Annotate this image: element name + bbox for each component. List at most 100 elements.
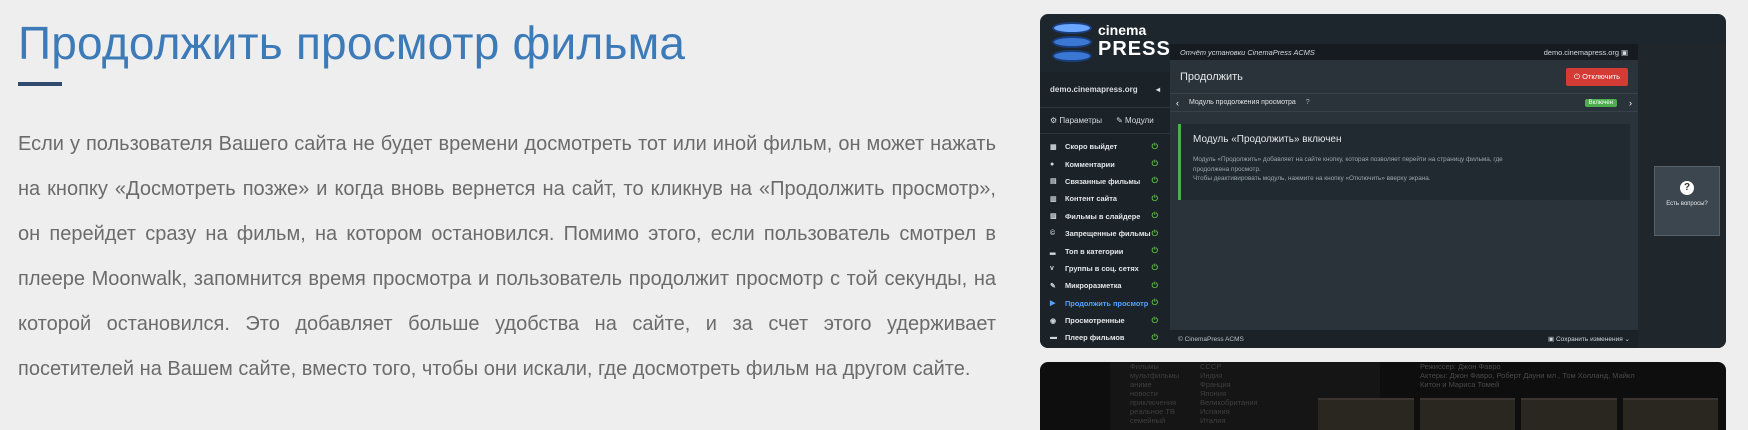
sidebar-site[interactable]: demo.cinemapress.org ◂	[1040, 72, 1170, 108]
power-on-icon[interactable]: ⏻	[1152, 298, 1158, 308]
sidebar-item[interactable]: ᴠ Группы в соц. сетях ⏻	[1040, 260, 1170, 277]
power-on-icon[interactable]: ⏻	[1152, 229, 1158, 239]
disable-button[interactable]: ⏻ Отключить	[1566, 67, 1628, 86]
admin-main: Продолжить ⏻ Отключить ‹ Модуль продолже…	[1170, 60, 1638, 348]
tab-modules[interactable]: ✎ Модули	[1116, 116, 1154, 125]
genre-item[interactable]: аниме	[1130, 380, 1179, 389]
thumbnail[interactable]	[1318, 398, 1414, 430]
collapse-icon[interactable]: ◂	[1156, 85, 1160, 94]
genre-item[interactable]: реальное ТВ	[1130, 407, 1179, 416]
copyright-icon: ©	[1050, 230, 1056, 238]
power-on-icon[interactable]: ⏻	[1152, 281, 1158, 291]
sidebar-item[interactable]: ▂ Топ в категории ⏻	[1040, 242, 1170, 259]
movie-meta: Режиссер: Джон Фавро Актеры: Джон Фавро, …	[1420, 362, 1720, 389]
article-body: Если у пользователя Вашего сайта не буде…	[18, 133, 996, 380]
country-item[interactable]: СССР	[1200, 362, 1258, 371]
tab-params[interactable]: ⚙ Параметры	[1050, 116, 1102, 125]
admin-footer: © CinemaPress ACMS ▣ Сохранить изменения…	[1170, 330, 1638, 348]
module-header: Продолжить ⏻ Отключить	[1170, 60, 1638, 94]
sidebar-tabs: ⚙ Параметры ✎ Модули	[1040, 108, 1170, 134]
thumbnail[interactable]	[1419, 398, 1515, 430]
status-panel: Модуль «Продолжить» включен Модуль «Прод…	[1178, 124, 1630, 200]
sidebar-item[interactable]: ▦ Скоро выйдет ⏻	[1040, 138, 1170, 155]
external-link-icon: ▣	[1621, 47, 1628, 57]
sidebar-item[interactable]: ▬ Плеер фильмов ⏻	[1040, 329, 1170, 346]
sidebar-item-label: Плеер фильмов	[1065, 333, 1125, 343]
prev-arrow-icon[interactable]: ‹	[1176, 98, 1179, 108]
power-on-icon[interactable]: ⏻	[1152, 333, 1158, 343]
genre-item[interactable]: приключения	[1130, 398, 1179, 407]
next-arrow-icon[interactable]: ›	[1629, 98, 1632, 108]
sidebar-item[interactable]: ▤ Связанные фильмы ⏻	[1040, 173, 1170, 190]
help-label: Есть вопросы?	[1666, 201, 1708, 207]
meta-line: Актеры: Джон Фавро, Роберт Дауни мл., То…	[1420, 371, 1635, 380]
article: Продолжить просмотр фильма Если у пользо…	[18, 14, 996, 392]
sidebar-item[interactable]: ✎ Микроразметка ⏻	[1040, 277, 1170, 294]
admin-topbar: Отчёт установки CinemaPress ACMS demo.ci…	[1170, 44, 1638, 60]
chevron-down-icon: ⌄	[1624, 336, 1630, 343]
country-item[interactable]: Великобритания	[1200, 398, 1258, 407]
doc-icon: ▥	[1050, 195, 1057, 203]
country-item[interactable]: Япония	[1200, 389, 1258, 398]
country-item[interactable]: Индия	[1200, 371, 1258, 380]
gears-icon: ⚙	[1050, 116, 1058, 125]
signal-icon: ▂	[1050, 248, 1056, 256]
sidebar-item[interactable]: ■Блокировка просмотра⏻	[1040, 347, 1170, 348]
meta-line: Режиссер: Джон Фавро	[1420, 362, 1501, 371]
calendar-icon: ▦	[1050, 143, 1057, 151]
country-item[interactable]: Италия	[1200, 416, 1258, 425]
sidebar-item[interactable]: ◉ Просмотренные ⏻	[1040, 312, 1170, 329]
film-reel-icon	[1052, 22, 1092, 64]
title-underline	[18, 82, 62, 86]
footer-copyright: © CinemaPress ACMS	[1178, 335, 1244, 343]
sidebar-item-label: Продолжить просмотр	[1065, 298, 1149, 308]
sidebar-item-label: Скоро выйдет	[1065, 142, 1118, 152]
power-on-icon[interactable]: ⏻	[1152, 159, 1158, 169]
admin-screenshot: cinema PRESS Отчёт установки CinemaPress…	[1040, 14, 1726, 348]
power-on-icon[interactable]: ⏻	[1152, 246, 1158, 256]
topbar-site-link[interactable]: demo.cinemapress.org ▣	[1544, 48, 1628, 57]
film-icon: ▬	[1050, 334, 1057, 342]
power-icon: ⏻	[1574, 71, 1580, 81]
comment-icon: ●	[1050, 160, 1055, 168]
power-on-icon[interactable]: ⏻	[1152, 142, 1158, 152]
thumbnail[interactable]	[1622, 398, 1718, 430]
movie-thumbnails	[1318, 398, 1718, 430]
genre-column: Фильмы мультфильмы аниме новости приключения…	[1130, 362, 1179, 425]
sidebar-item[interactable]: ▥ Контент сайта ⏻	[1040, 190, 1170, 207]
power-on-icon[interactable]: ⏻	[1152, 176, 1158, 186]
sidebar-item[interactable]: ● Комментарии ⏻	[1040, 155, 1170, 172]
genre-item[interactable]: Фильмы	[1130, 362, 1179, 371]
sidebar-item-label: Группы в соц. сетях	[1065, 263, 1139, 273]
genre-item[interactable]: новости	[1130, 389, 1179, 398]
sidebar-item[interactable]: © Запрещенные фильмы ⏻	[1040, 225, 1170, 242]
country-item[interactable]: Испания	[1200, 407, 1258, 416]
topbar-report-link[interactable]: Отчёт установки CinemaPress ACMS	[1180, 48, 1315, 57]
admin-sidebar: demo.cinemapress.org ◂ ⚙ Параметры ✎ Мод…	[1040, 72, 1170, 348]
wrench-icon: ✎	[1116, 116, 1123, 125]
help-circle-icon[interactable]: ?	[1306, 99, 1310, 106]
image-icon: ▨	[1050, 213, 1057, 221]
logo-text-top: cinema	[1098, 22, 1147, 38]
power-on-icon[interactable]: ⏻	[1152, 316, 1158, 326]
sidebar-item[interactable]: ▶ Продолжить просмотр ⏻	[1040, 295, 1170, 312]
article-title: Продолжить просмотр фильма	[18, 17, 686, 69]
sidebar-item-label: Комментарии	[1065, 159, 1115, 169]
sidebar-module-list: ▦ Скоро выйдет ⏻ ● Комментарии ⏻ ▤ Связанные фи…	[1040, 134, 1170, 348]
vk-icon: ᴠ	[1050, 264, 1054, 272]
sidebar-item[interactable]: ▨ Фильмы в слайдере ⏻	[1040, 208, 1170, 225]
power-on-icon[interactable]: ⏻	[1152, 263, 1158, 273]
meta-line: Китон и Мариса Томей	[1420, 380, 1500, 389]
save-changes-button[interactable]: ▣ Сохранить изменения ⌄	[1548, 335, 1630, 343]
sidebar-item-label: Связанные фильмы	[1065, 176, 1141, 186]
genre-item[interactable]: семейный	[1130, 416, 1179, 425]
sidebar-item-label: Микроразметка	[1065, 281, 1122, 291]
help-widget[interactable]: ? Есть вопросы?	[1654, 166, 1720, 236]
floppy-icon: ▣	[1548, 336, 1555, 343]
genre-item[interactable]: мультфильмы	[1130, 371, 1179, 380]
power-on-icon[interactable]: ⏻	[1152, 211, 1158, 221]
sidebar-item-label: Запрещенные фильмы	[1065, 229, 1151, 239]
power-on-icon[interactable]: ⏻	[1152, 194, 1158, 204]
country-item[interactable]: Франция	[1200, 380, 1258, 389]
thumbnail[interactable]	[1521, 398, 1617, 430]
